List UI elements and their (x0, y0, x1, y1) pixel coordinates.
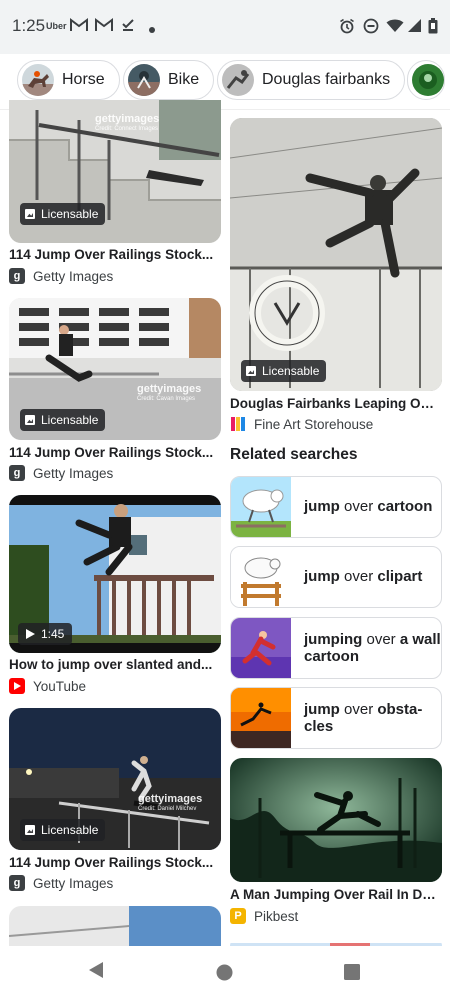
image-icon (246, 366, 256, 376)
alarm-icon (339, 18, 355, 37)
getty-watermark: gettyimages Credit: Connect Images (95, 113, 160, 132)
battery-icon (428, 18, 438, 37)
fine-art-storehouse-favicon-icon (230, 416, 246, 432)
recents-icon[interactable] (344, 964, 360, 985)
result-card[interactable]: 1:45 How to jump over slanted and... You… (9, 495, 221, 695)
getty-favicon-icon: g (9, 875, 25, 891)
result-title[interactable]: A Man Jumping Over Rail In Dar... (230, 887, 440, 902)
image-icon (25, 209, 35, 219)
result-title[interactable]: Douglas Fairbanks Leaping Ove... (230, 396, 438, 411)
chip-label: Douglas fairbanks (262, 71, 391, 88)
related-search-jump-over-clipart[interactable]: jump over clipart (230, 546, 442, 608)
result-card[interactable]: gettyimages Credit: Daniel Milchev Licen… (9, 708, 221, 898)
related-search-thumbnail (231, 618, 291, 678)
related-search-jump-over-cartoon[interactable]: jump over cartoon (230, 476, 442, 538)
video-duration-badge: 1:45 (18, 623, 73, 645)
result-card[interactable] (230, 938, 442, 946)
result-source[interactable]: g Getty Images (9, 268, 113, 284)
douglas-fairbanks-thumbnail (222, 64, 254, 96)
licensable-badge: Licensable (20, 203, 106, 225)
licensable-badge: Licensable (241, 360, 327, 382)
result-card[interactable] (9, 906, 221, 946)
play-icon (26, 629, 35, 639)
youtube-favicon-icon (9, 678, 25, 694)
status-bar: 1:25 Uber (0, 0, 450, 54)
result-card[interactable]: gettyimages Credit: Connect Images Licen… (9, 100, 221, 290)
chip-bike[interactable]: Bike (123, 60, 215, 100)
result-thumbnail[interactable]: gettyimages Credit: Connect Images Licen… (9, 100, 221, 243)
related-search-thumbnail (231, 547, 291, 607)
related-search-jumping-over-a-wall-cartoon[interactable]: jumping over a wall cartoon (230, 617, 442, 679)
result-thumbnail[interactable] (230, 938, 442, 946)
result-thumbnail[interactable]: 1:45 (9, 495, 221, 653)
bike-thumbnail (128, 64, 160, 96)
related-search-label: jump over cartoon (304, 498, 433, 516)
image-icon (25, 415, 35, 425)
result-source[interactable]: Fine Art Storehouse (230, 416, 373, 432)
getty-watermark: gettyimages Credit: Daniel Milchev (138, 793, 203, 812)
result-thumbnail[interactable]: gettyimages Credit: Daniel Milchev Licen… (9, 708, 221, 850)
result-thumbnail[interactable] (230, 758, 442, 882)
home-icon[interactable] (216, 964, 233, 986)
result-card[interactable]: Licensable Douglas Fairbanks Leaping Ove… (230, 118, 442, 438)
result-card[interactable]: A Man Jumping Over Rail In Dar... P Pikb… (230, 758, 442, 938)
task-done-icon (121, 18, 135, 35)
related-search-label: jump over obsta-cles (304, 700, 423, 735)
navigation-bar (0, 946, 450, 1000)
pikbest-favicon-icon: P (230, 908, 246, 924)
licensable-badge: Licensable (20, 819, 106, 841)
result-source[interactable]: P Pikbest (230, 908, 298, 924)
result-source[interactable]: g Getty Images (9, 875, 113, 891)
getty-watermark: gettyimages Credit: Cavan Images (137, 383, 202, 402)
dnd-icon (363, 18, 379, 37)
status-time: 1:25 (12, 16, 46, 35)
chip-horse[interactable]: Horse (17, 60, 120, 100)
result-thumbnail[interactable] (9, 906, 221, 946)
related-search-jump-over-obstacles[interactable]: jump over obsta-cles (230, 687, 442, 749)
dot-icon (149, 21, 155, 36)
licensable-badge: Licensable (20, 409, 106, 431)
result-title[interactable]: 114 Jump Over Railings Stock... (9, 855, 214, 870)
horse-thumbnail (22, 64, 54, 96)
back-icon[interactable] (87, 960, 105, 985)
result-title[interactable]: 114 Jump Over Railings Stock... (9, 445, 214, 460)
gmail-icon (70, 18, 88, 35)
chip-more[interactable] (407, 60, 445, 100)
related-search-thumbnail (231, 477, 291, 537)
uber-notification-label: Uber (46, 21, 67, 31)
related-search-label: jumping over a wall cartoon (304, 630, 441, 665)
result-source[interactable]: g Getty Images (9, 465, 113, 481)
result-source[interactable]: YouTube (9, 678, 86, 694)
chip-label: Bike (168, 71, 200, 88)
related-search-label: jump over clipart (304, 568, 423, 586)
chip-douglas-fairbanks[interactable]: Douglas fairbanks (217, 60, 406, 100)
result-title[interactable]: 114 Jump Over Railings Stock... (9, 247, 214, 262)
result-thumbnail[interactable]: gettyimages Credit: Cavan Images Licensa… (9, 298, 221, 440)
chip-label: Horse (62, 71, 105, 88)
wifi-icon (386, 18, 404, 36)
getty-favicon-icon: g (9, 268, 25, 284)
more-thumbnail (412, 64, 444, 96)
getty-favicon-icon: g (9, 465, 25, 481)
gmail-icon (95, 18, 113, 35)
result-title[interactable]: How to jump over slanted and... (9, 657, 214, 672)
image-icon (25, 825, 35, 835)
related-search-thumbnail (231, 688, 291, 748)
result-card[interactable]: gettyimages Credit: Cavan Images Licensa… (9, 298, 221, 488)
result-thumbnail[interactable]: Licensable (230, 118, 442, 391)
related-searches-heading: Related searches (230, 446, 358, 463)
signal-icon (407, 18, 422, 36)
